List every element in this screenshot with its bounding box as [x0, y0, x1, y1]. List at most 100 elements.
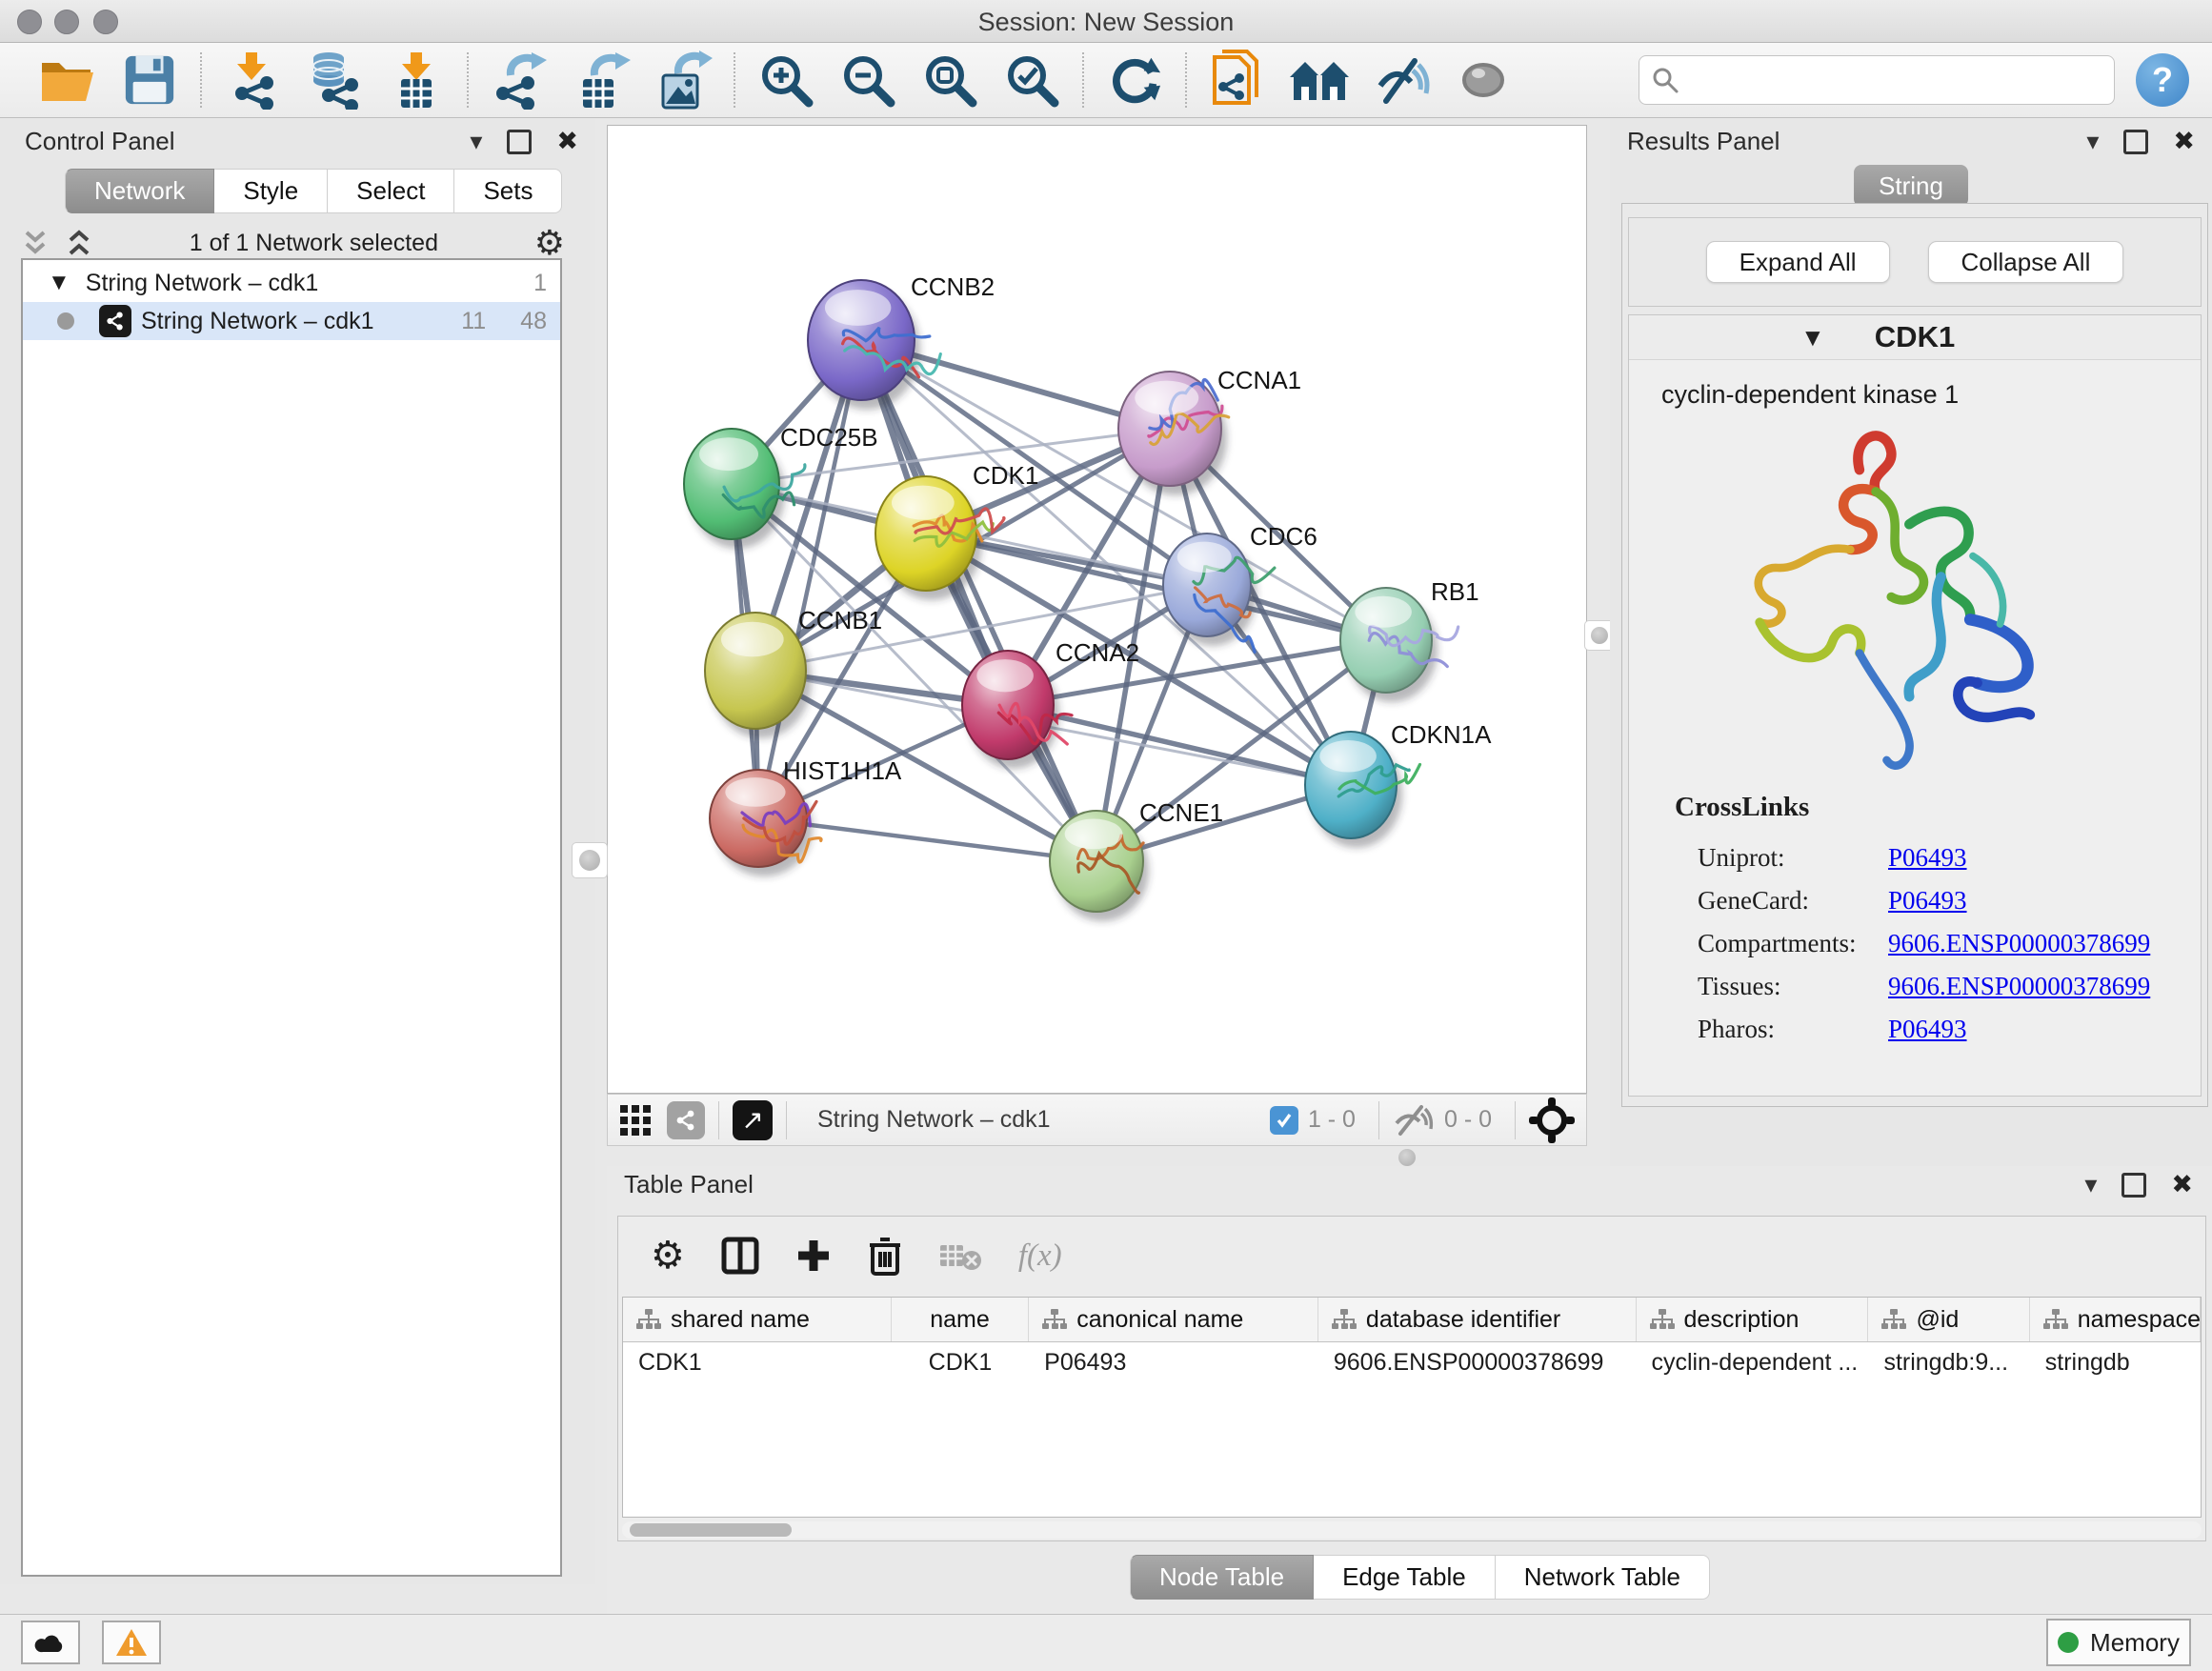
crosslink-pharos-[interactable]: P06493	[1888, 1015, 1967, 1044]
network-node-CCNE1[interactable]	[1050, 811, 1149, 921]
show-panel-button[interactable]	[1442, 48, 1524, 112]
tab-string[interactable]: String	[1854, 165, 1968, 207]
crosslink-uniprot-[interactable]: P06493	[1888, 843, 1967, 873]
network-node-CCNA2[interactable]	[962, 651, 1072, 769]
warnings-button[interactable]	[102, 1621, 161, 1664]
zoom-in-button[interactable]	[745, 48, 827, 112]
column-header-shared-name[interactable]: shared name	[623, 1298, 892, 1341]
column-label: name	[930, 1306, 990, 1334]
export-image-button[interactable]	[642, 48, 724, 112]
tab-select[interactable]: Select	[328, 169, 454, 213]
import-table-button[interactable]	[375, 48, 457, 112]
warning-icon	[115, 1628, 148, 1657]
import-network-database-button[interactable]	[293, 48, 375, 112]
table-panel-title: Table Panel	[624, 1170, 754, 1199]
tab-edge-table[interactable]: Edge Table	[1314, 1555, 1496, 1600]
search-box[interactable]	[1639, 55, 2115, 105]
disclosure-triangle-icon[interactable]: ▼	[48, 270, 70, 296]
detach-view-icon[interactable]: ↗	[733, 1100, 773, 1140]
collapse-all-icon[interactable]	[21, 229, 50, 257]
collapse-panel-icon[interactable]: ▾	[2084, 1170, 2097, 1199]
function-builder-icon[interactable]: f(x)	[1018, 1238, 1062, 1274]
horizontal-scrollbar[interactable]	[622, 1521, 2202, 1539]
float-panel-icon[interactable]	[2122, 1173, 2146, 1198]
tab-node-table[interactable]: Node Table	[1130, 1555, 1314, 1600]
hide-panel-button[interactable]	[1360, 48, 1442, 112]
close-panel-icon[interactable]: ✖	[2173, 127, 2195, 156]
disclosure-triangle-icon[interactable]: ▼	[1800, 323, 1825, 352]
float-panel-icon[interactable]	[507, 130, 532, 154]
table-row[interactable]: CDK1CDK1P064939606.ENSP00000378699cyclin…	[623, 1342, 2201, 1382]
control-panel: Control Panel ▾ ✖ NetworkStyleSelectSets…	[0, 119, 595, 1584]
crosslink-label: Tissues:	[1675, 972, 1888, 1001]
network-node-CCNB1[interactable]	[705, 613, 812, 738]
column-header--id[interactable]: @id	[1868, 1298, 2029, 1341]
expand-all-icon[interactable]	[65, 229, 93, 257]
collapse-panel-icon[interactable]: ▾	[2086, 127, 2099, 156]
birds-eye-grid-icon[interactable]	[619, 1104, 652, 1137]
crosslink-tissues-[interactable]: 9606.ENSP00000378699	[1888, 972, 2150, 1001]
column-header-canonical-name[interactable]: canonical name	[1029, 1298, 1318, 1341]
zoom-fit-button[interactable]	[909, 48, 991, 112]
export-network-button[interactable]	[478, 48, 560, 112]
bottom-splitter-handle[interactable]	[1398, 1149, 1416, 1166]
protein-description: cyclin-dependent kinase 1	[1661, 380, 1959, 410]
gear-icon[interactable]: ⚙	[534, 223, 565, 263]
import-network-file-button[interactable]	[211, 48, 293, 112]
help-button[interactable]: ?	[2136, 53, 2189, 107]
network-node-CDKN1A[interactable]	[1305, 732, 1420, 848]
crosslink-compartments-[interactable]: 9606.ENSP00000378699	[1888, 929, 2150, 958]
close-panel-icon[interactable]: ✖	[2171, 1170, 2193, 1199]
create-column-plus-icon[interactable]	[795, 1238, 832, 1274]
table-options-gear-icon[interactable]: ⚙	[651, 1234, 685, 1278]
network-canvas[interactable]: CCNB2CCNA1CDC25BCDK1CDC6RB1CCNB1CCNA2CDK…	[607, 125, 1587, 1094]
tab-style[interactable]: Style	[214, 169, 328, 213]
crosslink-genecard-[interactable]: P06493	[1888, 886, 1967, 916]
fit-selected-crosshair-icon[interactable]	[1529, 1097, 1575, 1143]
save-session-button[interactable]	[109, 48, 191, 112]
expand-all-button[interactable]: Expand All	[1706, 241, 1890, 283]
zoom-out-button[interactable]	[827, 48, 909, 112]
network-overview-icon[interactable]	[667, 1101, 705, 1139]
collapse-panel-icon[interactable]: ▾	[470, 127, 482, 156]
scrollbar-thumb[interactable]	[630, 1523, 792, 1537]
node-table: shared name name canonical name database id…	[622, 1297, 2202, 1518]
tab-network[interactable]: Network	[65, 169, 214, 213]
show-columns-icon[interactable]	[721, 1237, 759, 1275]
close-panel-icon[interactable]: ✖	[556, 127, 578, 156]
delete-table-icon[interactable]	[938, 1239, 982, 1272]
open-session-button[interactable]	[27, 48, 109, 112]
network-node-CDC6[interactable]	[1163, 534, 1275, 652]
zoom-selected-button[interactable]	[991, 48, 1073, 112]
graphics-details-button[interactable]	[1278, 48, 1360, 112]
refresh-view-button[interactable]	[1094, 48, 1176, 112]
column-label: description	[1684, 1306, 1800, 1334]
current-network-name: String Network – cdk1	[817, 1106, 1051, 1134]
tab-sets[interactable]: Sets	[454, 169, 562, 213]
new-network-from-selection-button[interactable]	[1196, 48, 1278, 112]
delete-columns-trash-icon[interactable]	[868, 1236, 902, 1276]
protein-section-header[interactable]: ▼ CDK1	[1629, 315, 2201, 360]
export-table-button[interactable]	[560, 48, 642, 112]
column-label: database identifier	[1366, 1306, 1560, 1334]
column-header-database-identifier[interactable]: database identifier	[1318, 1298, 1637, 1341]
network-row[interactable]: String Network – cdk1 11 48	[23, 302, 560, 340]
toolbar-separator	[200, 52, 202, 108]
cloud-button[interactable]	[21, 1621, 80, 1664]
network-node-HIST1H1A[interactable]	[710, 770, 821, 876]
column-header-description[interactable]: description	[1637, 1298, 1869, 1341]
network-collection-row[interactable]: ▼ String Network – cdk1 1	[23, 260, 560, 302]
node-label-CDKN1A: CDKN1A	[1391, 720, 1492, 749]
memory-button[interactable]: Memory	[2046, 1619, 2191, 1666]
column-header-name[interactable]: name	[892, 1298, 1029, 1341]
search-input[interactable]	[1679, 60, 2102, 100]
collapse-all-button[interactable]: Collapse All	[1928, 241, 2124, 283]
left-splitter-handle[interactable]	[572, 842, 608, 878]
column-header-namespace[interactable]: namespace	[2030, 1298, 2201, 1341]
tab-network-table[interactable]: Network Table	[1496, 1555, 1710, 1600]
network-icon	[99, 305, 131, 337]
float-panel-icon[interactable]	[2123, 130, 2148, 154]
network-node-CCNA1[interactable]	[1118, 372, 1229, 495]
selected-checkbox-icon[interactable]	[1270, 1106, 1298, 1135]
crosslinks-heading: CrossLinks	[1675, 792, 2150, 823]
